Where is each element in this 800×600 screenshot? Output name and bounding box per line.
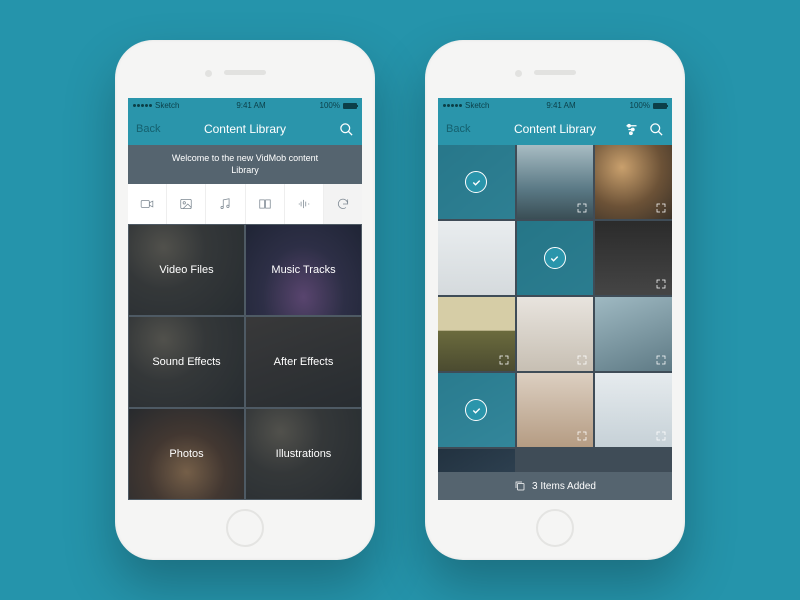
media-thumb[interactable] xyxy=(438,221,515,295)
category-after-effects[interactable]: After Effects xyxy=(245,316,362,408)
phone-speaker xyxy=(224,70,266,75)
image-icon xyxy=(178,197,194,211)
phone-camera xyxy=(515,70,522,77)
items-added-bar[interactable]: 3 Items Added xyxy=(438,472,672,500)
screen-left: Sketch 9:41 AM 100% Back Content Library… xyxy=(128,98,362,500)
category-label: Video Files xyxy=(159,264,213,276)
phone-mockup-right: Sketch 9:41 AM 100% Back Content Library xyxy=(425,40,685,560)
category-label: After Effects xyxy=(274,356,334,368)
search-icon[interactable] xyxy=(649,122,664,137)
check-icon xyxy=(465,399,487,421)
expand-icon[interactable] xyxy=(497,353,511,367)
tool-music[interactable] xyxy=(206,184,245,224)
wave-icon xyxy=(296,197,312,211)
battery-percent: 100% xyxy=(630,101,650,110)
signal-dots-icon xyxy=(133,104,152,107)
tool-wave[interactable] xyxy=(285,184,324,224)
category-label: Photos xyxy=(169,448,203,460)
book-icon xyxy=(257,197,273,211)
media-thumb[interactable] xyxy=(438,145,515,219)
category-label: Illustrations xyxy=(276,448,332,460)
category-music-tracks[interactable]: Music Tracks xyxy=(245,224,362,316)
category-label: Music Tracks xyxy=(271,264,335,276)
expand-icon[interactable] xyxy=(575,201,589,215)
media-thumb[interactable] xyxy=(517,145,594,219)
media-thumb[interactable] xyxy=(595,145,672,219)
expand-icon[interactable] xyxy=(575,353,589,367)
category-label: Sound Effects xyxy=(152,356,220,368)
battery-icon xyxy=(343,103,357,109)
media-thumb[interactable] xyxy=(438,297,515,371)
expand-icon[interactable] xyxy=(654,429,668,443)
media-thumb[interactable] xyxy=(517,297,594,371)
battery-icon xyxy=(653,103,667,109)
clock-label: 9:41 AM xyxy=(546,101,575,110)
screen-right: Sketch 9:41 AM 100% Back Content Library xyxy=(438,98,672,500)
battery-percent: 100% xyxy=(320,101,340,110)
welcome-banner: Welcome to the new VidMob content Librar… xyxy=(128,145,362,184)
phone-camera xyxy=(205,70,212,77)
phone-speaker xyxy=(534,70,576,75)
check-icon xyxy=(544,247,566,269)
tool-undo[interactable] xyxy=(324,184,362,224)
media-thumb[interactable] xyxy=(517,373,594,447)
nav-bar: Back Content Library xyxy=(128,113,362,145)
category-illustrations[interactable]: Illustrations xyxy=(245,408,362,500)
home-button[interactable] xyxy=(226,509,264,547)
expand-icon[interactable] xyxy=(654,353,668,367)
filter-icon[interactable] xyxy=(624,122,639,137)
stack-icon xyxy=(514,480,526,492)
search-icon[interactable] xyxy=(339,122,354,137)
expand-icon[interactable] xyxy=(654,277,668,291)
nav-bar: Back Content Library xyxy=(438,113,672,145)
home-button[interactable] xyxy=(536,509,574,547)
tool-video[interactable] xyxy=(128,184,167,224)
expand-icon[interactable] xyxy=(575,429,589,443)
media-gallery xyxy=(438,145,672,500)
status-bar: Sketch 9:41 AM 100% xyxy=(128,98,362,113)
phone-mockup-left: Sketch 9:41 AM 100% Back Content Library… xyxy=(115,40,375,560)
nav-title: Content Library xyxy=(514,122,596,136)
undo-icon xyxy=(335,197,351,211)
media-thumb[interactable] xyxy=(517,221,594,295)
expand-icon[interactable] xyxy=(654,201,668,215)
carrier-label: Sketch xyxy=(155,101,179,110)
category-video-files[interactable]: Video Files xyxy=(128,224,245,316)
status-bar: Sketch 9:41 AM 100% xyxy=(438,98,672,113)
back-button[interactable]: Back xyxy=(136,123,160,135)
signal-dots-icon xyxy=(443,104,462,107)
media-thumb[interactable] xyxy=(438,373,515,447)
clock-label: 9:41 AM xyxy=(236,101,265,110)
carrier-label: Sketch xyxy=(465,101,489,110)
music-icon xyxy=(217,197,233,211)
tool-book[interactable] xyxy=(246,184,285,224)
media-thumb[interactable] xyxy=(595,221,672,295)
video-icon xyxy=(139,197,155,211)
tool-strip xyxy=(128,184,362,224)
check-icon xyxy=(465,171,487,193)
category-grid: Video Files Music Tracks Sound Effects A… xyxy=(128,224,362,500)
category-photos[interactable]: Photos xyxy=(128,408,245,500)
items-added-label: 3 Items Added xyxy=(532,481,596,492)
back-button[interactable]: Back xyxy=(446,123,470,135)
category-sound-effects[interactable]: Sound Effects xyxy=(128,316,245,408)
media-thumb[interactable] xyxy=(595,297,672,371)
tool-image[interactable] xyxy=(167,184,206,224)
media-thumb[interactable] xyxy=(595,373,672,447)
nav-title: Content Library xyxy=(204,122,286,136)
